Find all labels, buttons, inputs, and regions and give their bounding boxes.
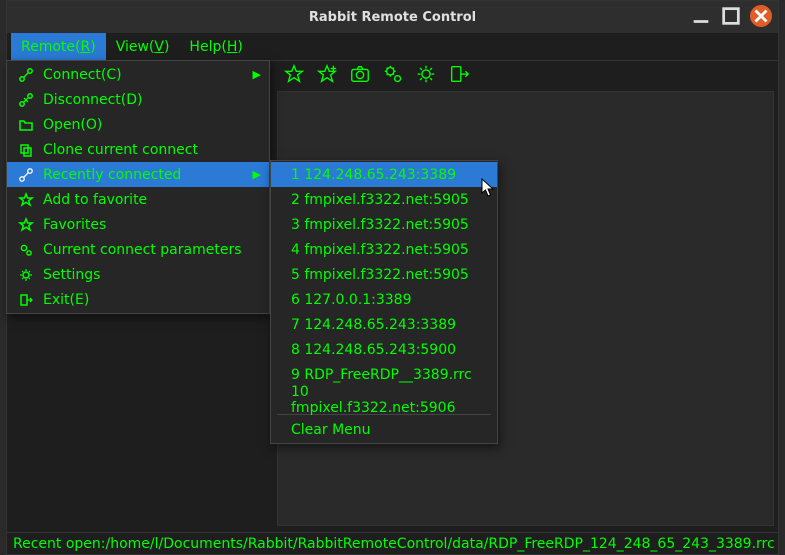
star-icon	[15, 217, 37, 233]
menubar: Remote(R) View(V) Help(H)	[7, 33, 778, 61]
menu-item-exit[interactable]: Exit(E)	[7, 287, 269, 312]
recent-item[interactable]: 1 124.248.65.243:3389	[271, 162, 497, 187]
menu-view[interactable]: View(V)	[106, 33, 180, 60]
window-controls	[690, 5, 772, 27]
menu-remote[interactable]: Remote(R)	[11, 33, 106, 60]
recent-item[interactable]: 10 fmpixel.f3322.net:5906	[271, 387, 497, 412]
recent-item[interactable]: 4 fmpixel.f3322.net:5905	[271, 237, 497, 262]
star-icon	[15, 192, 37, 208]
gear-icon[interactable]	[415, 63, 437, 89]
menu-item-disconnect[interactable]: Disconnect(D)	[7, 87, 269, 112]
minimize-button[interactable]	[690, 5, 712, 27]
connect-icon	[15, 67, 37, 83]
recent-item[interactable]: 5 fmpixel.f3322.net:5905	[271, 262, 497, 287]
recent-item[interactable]: 2 fmpixel.f3322.net:5905	[271, 187, 497, 212]
menu-item-favorites[interactable]: Favorites	[7, 212, 269, 237]
disconnect-icon	[15, 92, 37, 108]
exit-icon[interactable]	[448, 63, 470, 89]
titlebar: Rabbit Remote Control	[7, 1, 778, 33]
remote-dropdown: Connect(C) ▶ Disconnect(D) Open(O) Clone…	[6, 60, 270, 314]
recent-item[interactable]: 6 127.0.0.1:3389	[271, 287, 497, 312]
maximize-button[interactable]	[720, 5, 742, 27]
window-title: Rabbit Remote Control	[309, 10, 476, 25]
gears-icon	[15, 242, 37, 258]
favorite-icon[interactable]	[283, 63, 305, 89]
menu-item-connect[interactable]: Connect(C) ▶	[7, 62, 269, 87]
gears-icon[interactable]	[382, 63, 404, 89]
recent-item[interactable]: 8 124.248.65.243:5900	[271, 337, 497, 362]
recent-item[interactable]: 7 124.248.65.243:3389	[271, 312, 497, 337]
exit-icon	[15, 292, 37, 308]
recent-clear[interactable]: Clear Menu	[271, 417, 497, 442]
menu-item-open[interactable]: Open(O)	[7, 112, 269, 137]
camera-icon[interactable]	[349, 63, 371, 89]
statusbar: Recent open:/home/l/Documents/Rabbit/Rab…	[7, 532, 778, 554]
recent-icon	[15, 167, 37, 183]
recent-item[interactable]: 3 fmpixel.f3322.net:5905	[271, 212, 497, 237]
add-favorite-icon[interactable]	[316, 63, 338, 89]
close-button[interactable]	[750, 5, 772, 27]
chevron-right-icon: ▶	[253, 68, 261, 81]
folder-open-icon	[15, 117, 37, 133]
recent-submenu: 1 124.248.65.243:3389 2 fmpixel.f3322.ne…	[270, 160, 498, 444]
menu-item-params[interactable]: Current connect parameters	[7, 237, 269, 262]
menu-item-add-favorite[interactable]: Add to favorite	[7, 187, 269, 212]
status-text: Recent open:/home/l/Documents/Rabbit/Rab…	[13, 536, 775, 552]
clone-icon	[15, 142, 37, 158]
menu-item-recent[interactable]: Recently connected ▶	[7, 162, 269, 187]
toolbar	[277, 61, 476, 91]
chevron-right-icon: ▶	[253, 168, 261, 181]
menu-item-settings[interactable]: Settings	[7, 262, 269, 287]
gear-icon	[15, 267, 37, 283]
menu-item-clone[interactable]: Clone current connect	[7, 137, 269, 162]
menu-help[interactable]: Help(H)	[179, 33, 252, 60]
